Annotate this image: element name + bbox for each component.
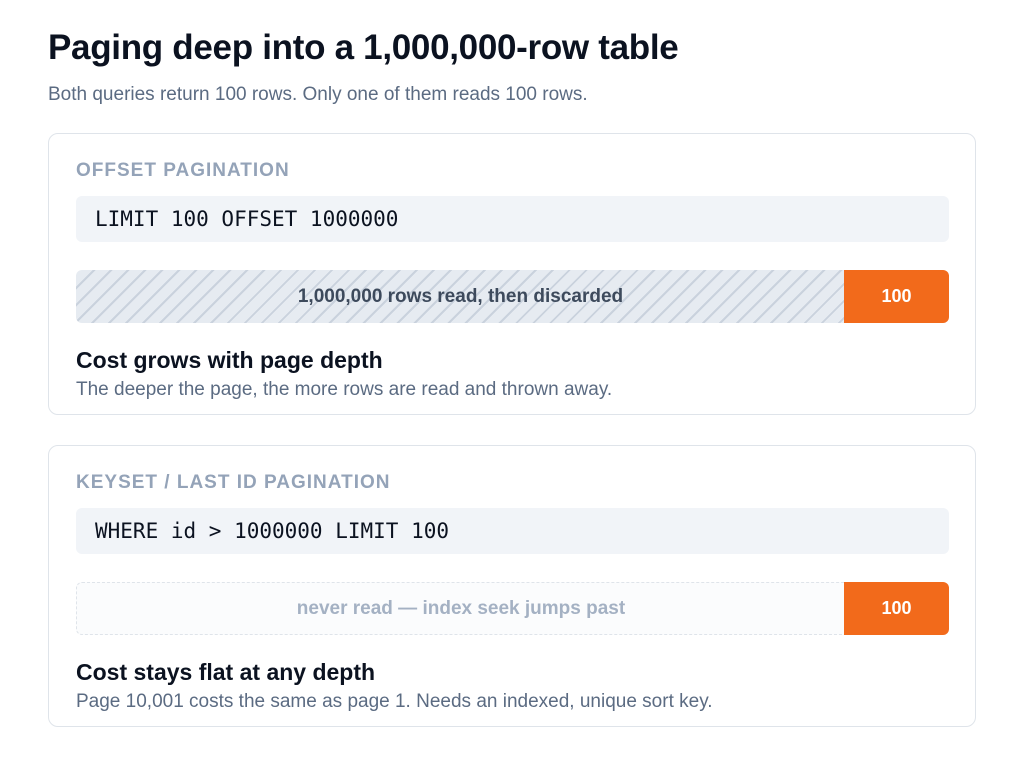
discarded-rows-segment: 1,000,000 rows read, then discarded: [76, 270, 845, 323]
sql-code-snippet: LIMIT 100 OFFSET 1000000: [76, 196, 949, 242]
card-description: The deeper the page, the more rows are r…: [76, 379, 613, 400]
card-heading: Cost grows with page depth: [76, 347, 383, 373]
rows-read-bar: 1,000,000 rows read, then discarded 100: [76, 270, 949, 323]
card-heading: Cost stays flat at any depth: [76, 659, 376, 685]
returned-rows-label: 100: [881, 286, 912, 306]
rows-read-bar: never read — index seek jumps past 100: [76, 582, 949, 635]
keyset-pagination-card: KEYSET / LAST ID PAGINATION WHERE id > 1…: [48, 445, 976, 727]
card-label: KEYSET / LAST ID PAGINATION: [76, 472, 391, 493]
page: Paging deep into a 1,000,000-row table B…: [0, 0, 1024, 768]
returned-rows-segment: 100: [844, 582, 949, 635]
page-title: Paging deep into a 1,000,000-row table: [48, 28, 679, 67]
sql-code-snippet: WHERE id > 1000000 LIMIT 100: [76, 508, 949, 554]
card-description: Page 10,001 costs the same as page 1. Ne…: [76, 691, 713, 712]
card-label: OFFSET PAGINATION: [76, 160, 290, 181]
skipped-rows-segment: never read — index seek jumps past: [76, 582, 845, 635]
page-subtitle: Both queries return 100 rows. Only one o…: [48, 84, 588, 105]
skipped-rows-label: never read — index seek jumps past: [296, 597, 626, 619]
discarded-rows-label: 1,000,000 rows read, then discarded: [297, 285, 624, 307]
returned-rows-segment: 100: [844, 270, 949, 323]
returned-rows-label: 100: [881, 598, 912, 618]
offset-pagination-card: OFFSET PAGINATION LIMIT 100 OFFSET 10000…: [48, 133, 976, 415]
